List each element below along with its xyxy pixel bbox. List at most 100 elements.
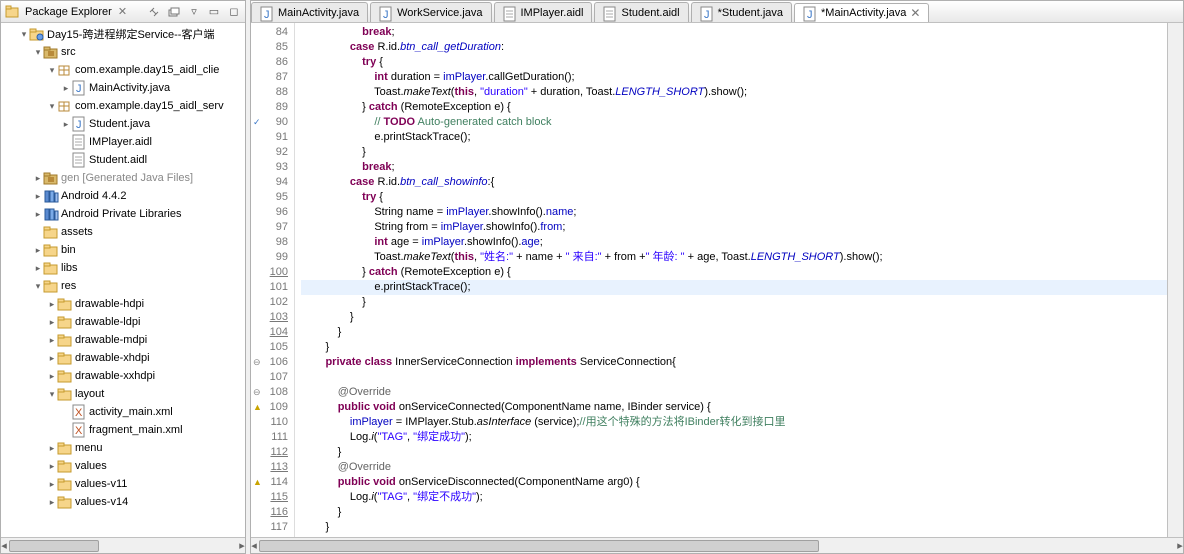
code-line[interactable]: Log.i("TAG", "绑定不成功"); (301, 490, 1167, 505)
tree-twisty[interactable]: ▾ (47, 65, 57, 76)
tree-item[interactable]: ▸Android Private Libraries (1, 205, 245, 223)
tree-item[interactable]: ▸values (1, 457, 245, 475)
code-line[interactable]: } catch (RemoteException e) { (301, 265, 1167, 280)
tree-item[interactable]: ▸drawable-mdpi (1, 331, 245, 349)
tree-item[interactable]: ▸drawable-xxhdpi (1, 367, 245, 385)
tree-item[interactable]: ▸Android 4.4.2 (1, 187, 245, 205)
code-line[interactable]: int duration = imPlayer.callGetDuration(… (301, 70, 1167, 85)
tree-twisty[interactable]: ▸ (47, 461, 57, 472)
collapse-all-icon[interactable] (167, 5, 181, 19)
code-line[interactable]: } (301, 310, 1167, 325)
code-line[interactable]: Log.i("TAG", "绑定成功"); (301, 430, 1167, 445)
tree-item[interactable]: ▾layout (1, 385, 245, 403)
tree-twisty[interactable]: ▸ (47, 299, 57, 310)
tree-item[interactable]: ▸drawable-ldpi (1, 313, 245, 331)
tree-item[interactable]: ▸drawable-hdpi (1, 295, 245, 313)
code-line[interactable]: case R.id.btn_call_showinfo:{ (301, 175, 1167, 190)
editor-vertical-scrollbar[interactable] (1167, 23, 1183, 537)
code-line[interactable]: Toast.makeText(this, "姓名:" + name + " 来自… (301, 250, 1167, 265)
code-area[interactable]: break; case R.id.btn_call_getDuration: t… (295, 23, 1167, 537)
tree-twisty[interactable]: ▸ (33, 191, 43, 202)
tree-item[interactable]: ▸bin (1, 241, 245, 259)
tree-twisty[interactable]: ▾ (33, 281, 43, 292)
tree-item[interactable]: ▾src (1, 43, 245, 61)
code-line[interactable]: } (301, 145, 1167, 160)
maximize-icon[interactable]: ◻ (227, 5, 241, 19)
tree-twisty[interactable]: ▸ (47, 371, 57, 382)
close-view-icon[interactable]: ✕ (118, 5, 127, 18)
code-line[interactable]: break; (301, 160, 1167, 175)
editor-tab[interactable]: JMainActivity.java (251, 2, 368, 22)
code-line[interactable]: try { (301, 55, 1167, 70)
code-line[interactable]: String name = imPlayer.showInfo().name; (301, 205, 1167, 220)
code-line[interactable]: } catch (RemoteException e) { (301, 100, 1167, 115)
tree-twisty[interactable]: ▸ (47, 317, 57, 328)
tree-twisty[interactable]: ▸ (61, 119, 71, 130)
tree-twisty[interactable]: ▸ (47, 353, 57, 364)
code-line[interactable]: e.printStackTrace(); (301, 130, 1167, 145)
code-line[interactable]: public void onServiceConnected(Component… (301, 400, 1167, 415)
tree-item[interactable]: ▸menu (1, 439, 245, 457)
code-line[interactable]: } (301, 340, 1167, 355)
tree-item[interactable]: ▸values-v14 (1, 493, 245, 511)
tree-twisty[interactable]: ▸ (47, 497, 57, 508)
code-line[interactable]: public void onServiceDisconnected(Compon… (301, 475, 1167, 490)
tree-item[interactable]: Student.aidl (1, 151, 245, 169)
project-tree[interactable]: ▾Day15-跨进程绑定Service--客户端▾src▾com.example… (1, 23, 245, 537)
editor-tab[interactable]: J*MainActivity.java✕ (794, 3, 929, 23)
tree-twisty[interactable]: ▾ (33, 47, 43, 58)
tree-item[interactable]: ▾com.example.day15_aidl_serv (1, 97, 245, 115)
tree-item[interactable]: Xactivity_main.xml (1, 403, 245, 421)
tree-twisty[interactable]: ▸ (33, 209, 43, 220)
code-line[interactable]: @Override (301, 385, 1167, 400)
tree-twisty[interactable]: ▸ (47, 335, 57, 346)
code-line[interactable]: try { (301, 190, 1167, 205)
view-menu-icon[interactable]: ▿ (187, 5, 201, 19)
tree-item[interactable]: ▾Day15-跨进程绑定Service--客户端 (1, 25, 245, 43)
tree-twisty[interactable]: ▸ (33, 245, 43, 256)
code-line[interactable]: break; (301, 25, 1167, 40)
tree-twisty[interactable]: ▾ (47, 101, 57, 112)
tree-item[interactable]: ▾com.example.day15_aidl_clie (1, 61, 245, 79)
tree-twisty[interactable]: ▾ (19, 29, 29, 40)
editor-tab[interactable]: JWorkService.java (370, 2, 491, 22)
tree-item[interactable]: ▸JMainActivity.java (1, 79, 245, 97)
code-line[interactable]: } (301, 520, 1167, 535)
tree-twisty[interactable]: ▾ (47, 389, 57, 400)
tab-close-icon[interactable]: ✕ (910, 6, 920, 20)
code-line[interactable]: Toast.makeText(this, "duration" + durati… (301, 85, 1167, 100)
code-line[interactable]: case R.id.btn_call_getDuration: (301, 40, 1167, 55)
code-line[interactable] (301, 370, 1167, 385)
tree-twisty[interactable]: ▸ (33, 263, 43, 274)
code-line[interactable]: // TODO Auto-generated catch block (301, 115, 1167, 130)
tree-item[interactable]: ▸JStudent.java (1, 115, 245, 133)
code-line[interactable]: private class InnerServiceConnection imp… (301, 355, 1167, 370)
tree-twisty[interactable]: ▸ (47, 443, 57, 454)
code-line[interactable]: @Override (301, 460, 1167, 475)
tree-twisty[interactable]: ▸ (61, 83, 71, 94)
sidebar-horizontal-scrollbar[interactable]: ◂ ▸ (1, 537, 245, 553)
tree-twisty[interactable]: ▸ (33, 173, 43, 184)
minimize-icon[interactable]: ▭ (207, 5, 221, 19)
code-line[interactable]: } (301, 445, 1167, 460)
link-with-editor-icon[interactable] (147, 5, 161, 19)
code-line[interactable]: } (301, 505, 1167, 520)
code-line[interactable]: } (301, 295, 1167, 310)
code-line[interactable]: int age = imPlayer.showInfo().age; (301, 235, 1167, 250)
tree-twisty[interactable]: ▸ (47, 479, 57, 490)
code-line[interactable]: } (301, 325, 1167, 340)
tree-item[interactable]: ▸libs (1, 259, 245, 277)
tree-item[interactable]: ▸values-v11 (1, 475, 245, 493)
code-editor[interactable]: 8485868788899091929394959697989910010110… (251, 23, 1183, 537)
tree-item[interactable]: assets (1, 223, 245, 241)
code-line[interactable]: imPlayer = IMPlayer.Stub.asInterface (se… (301, 415, 1167, 430)
tree-item[interactable]: ▸drawable-xhdpi (1, 349, 245, 367)
editor-tab[interactable]: J*Student.java (691, 2, 792, 22)
tree-item[interactable]: ▾res (1, 277, 245, 295)
editor-tab[interactable]: Student.aidl (594, 2, 688, 22)
tree-item[interactable]: IMPlayer.aidl (1, 133, 245, 151)
editor-horizontal-scrollbar[interactable]: ◂ ▸ (251, 537, 1183, 553)
tree-item[interactable]: ▸gen [Generated Java Files] (1, 169, 245, 187)
code-line[interactable]: e.printStackTrace(); (301, 280, 1167, 295)
tree-item[interactable]: Xfragment_main.xml (1, 421, 245, 439)
